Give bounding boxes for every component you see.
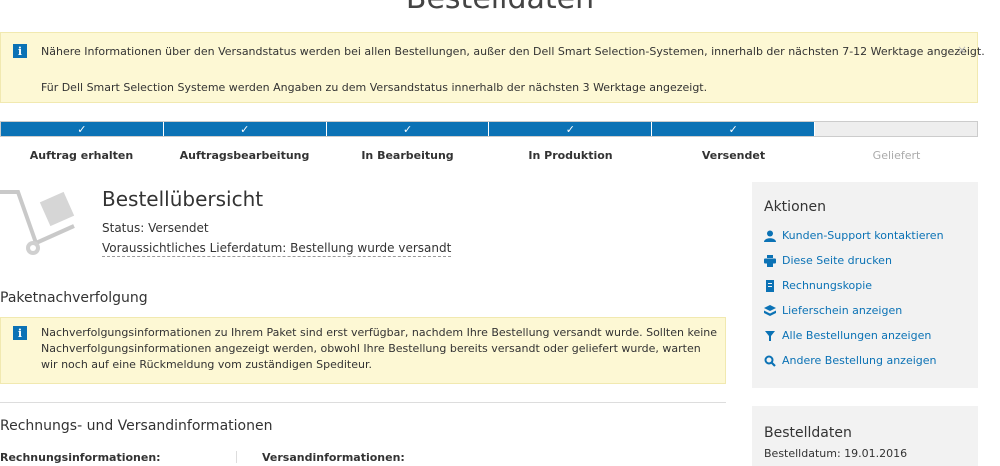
progress-segment-3: ✓ — [326, 122, 490, 136]
step-label: Auftragsbearbeitung — [179, 149, 310, 162]
section-divider — [0, 402, 726, 403]
action-label: Alle Bestellungen anzeigen — [782, 329, 932, 342]
actions-panel: Aktionen Kunden-Support kontaktieren Die… — [752, 182, 978, 388]
alert-line-1: Nähere Informationen über den Versandsta… — [41, 45, 985, 58]
progress-segment-5: ✓ — [652, 122, 816, 136]
action-label: Kunden-Support kontaktieren — [782, 229, 944, 242]
overview-title: Bestellübersicht — [102, 187, 264, 211]
progress-segment-4: ✓ — [489, 122, 653, 136]
tracking-info-text: Nachverfolgungsinformationen zu Ihrem Pa… — [41, 326, 718, 371]
action-label: Diese Seite drucken — [782, 254, 892, 267]
progress-segment-6 — [815, 122, 977, 136]
tracking-info-alert: i Nachverfolgungsinformationen zu Ihrem … — [0, 317, 726, 384]
invoice-copy-link[interactable]: Rechnungskopie — [764, 279, 872, 292]
step-label: Geliefert — [872, 149, 921, 162]
print-icon — [764, 254, 776, 267]
other-order-link[interactable]: Andere Bestellung anzeigen — [764, 354, 936, 367]
step-label: Auftrag erhalten — [29, 149, 134, 162]
order-data-panel: Bestelldaten Bestelldatum: 19.01.2016 — [752, 406, 978, 466]
list-icon — [765, 330, 775, 341]
delivery-note-icon — [764, 304, 776, 316]
contact-support-link[interactable]: Kunden-Support kontaktieren — [764, 229, 944, 242]
search-icon — [764, 355, 776, 367]
shipping-status-alert: i Nähere Informationen über den Versands… — [0, 32, 985, 103]
invoice-icon — [766, 279, 774, 292]
delivery-date[interactable]: Voraussichtliches Lieferdatum: Bestellun… — [102, 241, 452, 257]
close-icon[interactable]: × — [957, 43, 967, 57]
page-title: Bestelldaten — [0, 0, 1000, 14]
all-orders-link[interactable]: Alle Bestellungen anzeigen — [764, 329, 931, 342]
shipping-label: Versandinformationen: — [262, 451, 405, 464]
action-label: Rechnungskopie — [782, 279, 873, 292]
actions-title: Aktionen — [764, 199, 826, 215]
action-label: Andere Bestellung anzeigen — [782, 354, 937, 367]
info-icon: i — [13, 326, 27, 340]
step-label: In Bearbeitung — [361, 149, 454, 162]
order-data-title: Bestelldaten — [764, 425, 852, 441]
shipping-section-title: Rechnungs- und Versandinformationen — [0, 418, 273, 434]
print-page-link[interactable]: Diese Seite drucken — [764, 254, 892, 267]
info-icon: i — [13, 44, 27, 58]
order-status: Status: Versendet — [102, 221, 209, 235]
action-label: Lieferschein anzeigen — [782, 304, 903, 317]
alert-line-2: Für Dell Smart Selection Systeme werden … — [41, 81, 708, 94]
hand-truck-icon — [0, 190, 75, 255]
column-divider — [236, 451, 237, 463]
user-icon — [764, 230, 776, 242]
progress-segment-1: ✓ — [1, 122, 164, 136]
order-progress-bar: ✓ ✓ ✓ ✓ ✓ — [0, 121, 978, 137]
step-label: Versendet — [701, 149, 766, 162]
tracking-title: Paketnachverfolgung — [0, 290, 148, 306]
progress-segment-2: ✓ — [163, 122, 327, 136]
order-date: Bestelldatum: 19.01.2016 — [764, 447, 908, 460]
billing-label: Rechnungsinformationen: — [0, 451, 161, 464]
delivery-note-link[interactable]: Lieferschein anzeigen — [764, 304, 902, 317]
step-label: In Produktion — [528, 149, 613, 162]
progress-steps: Auftrag erhalten Auftragsbearbeitung In … — [0, 149, 978, 162]
